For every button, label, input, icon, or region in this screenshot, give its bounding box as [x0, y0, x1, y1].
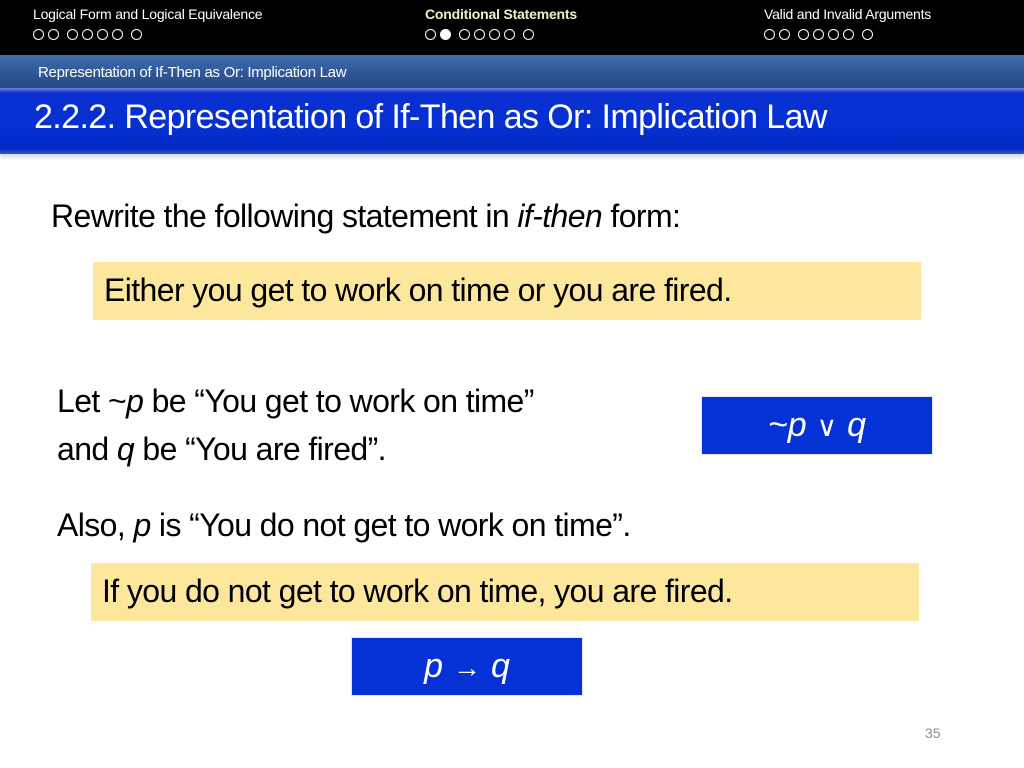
slide-dots	[425, 28, 577, 40]
instruction-part: Rewrite the following statement in	[51, 198, 518, 234]
variable-q: q	[116, 431, 135, 467]
answer-box: If you do not get to work on time, you a…	[91, 563, 919, 621]
slide-dot[interactable]	[862, 28, 873, 40]
slide-dots	[33, 28, 262, 40]
formula-right: q	[491, 647, 510, 685]
page-number: 35	[925, 725, 941, 741]
instruction-emphasis: if-then	[517, 198, 603, 234]
disjunction-formula-box: ~p ∨ q	[701, 396, 933, 455]
nav-section-conditional-statements[interactable]: Conditional Statements	[425, 6, 577, 40]
variable-p: p	[133, 507, 151, 543]
instruction-part: form:	[602, 198, 681, 234]
nav-section-title: Valid and Invalid Arguments	[764, 6, 932, 22]
slide-dot[interactable]	[67, 28, 78, 40]
slide-dots	[764, 28, 931, 40]
slide-dot[interactable]	[779, 28, 790, 40]
slide-dot[interactable]	[828, 28, 839, 40]
instruction-text: Rewrite the following statement in if-th…	[51, 198, 681, 235]
slide-dot[interactable]	[425, 28, 436, 40]
text-part: Let ~	[57, 383, 127, 419]
slide-dot[interactable]	[33, 28, 44, 40]
slide-title: 2.2.2. Representation of If-Then as Or: …	[34, 98, 827, 136]
section-navigation: Logical Form and Logical Equivalence Con…	[0, 0, 1024, 55]
slide-dot[interactable]	[48, 28, 59, 40]
text-part: be “You get to work on time”	[143, 383, 535, 419]
current-slide-dot[interactable]	[440, 28, 451, 40]
nav-section-title: Logical Form and Logical Equivalence	[33, 6, 263, 22]
slide-dot[interactable]	[474, 28, 485, 40]
nav-section-title: Conditional Statements	[425, 6, 577, 22]
also-p-statement: Also, p is “You do not get to work on ti…	[57, 507, 631, 544]
subsection-bar: Representation of If-Then as Or: Implica…	[0, 55, 1024, 88]
slide-dot[interactable]	[82, 28, 93, 40]
slide-dot[interactable]	[843, 28, 854, 40]
implication-formula-box: p → q	[351, 637, 583, 696]
slide-dot[interactable]	[813, 28, 824, 40]
let-q-definition: and q be “You are fired”.	[57, 431, 387, 468]
let-p-definition: Let ~p be “You get to work on time”	[57, 383, 534, 420]
implication-formula: p → q	[424, 647, 510, 686]
variable-p: p	[126, 383, 144, 419]
text-part: and	[57, 431, 117, 467]
slide-dot[interactable]	[523, 28, 534, 40]
formula-left: p	[424, 647, 443, 685]
nav-section-valid-invalid-arguments[interactable]: Valid and Invalid Arguments	[764, 6, 931, 40]
slide-dot[interactable]	[764, 28, 775, 40]
disjunction-formula: ~p ∨ q	[768, 406, 866, 445]
nav-section-logical-form[interactable]: Logical Form and Logical Equivalence	[33, 6, 263, 40]
original-statement: Either you get to work on time or you ar…	[104, 272, 732, 308]
text-part: Also,	[57, 507, 134, 543]
implies-arrow-icon: →	[453, 652, 481, 683]
slide-dot[interactable]	[112, 28, 123, 40]
slide-dot[interactable]	[489, 28, 500, 40]
original-statement-box: Either you get to work on time or you ar…	[93, 262, 921, 320]
text-part: is “You do not get to work on time”.	[150, 507, 631, 543]
slide-dot[interactable]	[504, 28, 515, 40]
slide-dot[interactable]	[97, 28, 108, 40]
or-operator-icon: ∨	[816, 411, 838, 442]
text-part: be “You are fired”.	[134, 431, 386, 467]
slide-dot[interactable]	[131, 28, 142, 40]
formula-left: ~p	[767, 406, 807, 444]
answer-statement: If you do not get to work on time, you a…	[102, 573, 733, 609]
title-bar: 2.2.2. Representation of If-Then as Or: …	[0, 88, 1024, 154]
slide-dot[interactable]	[798, 28, 809, 40]
formula-right: q	[847, 406, 867, 444]
subsection-title: Representation of If-Then as Or: Implica…	[38, 64, 347, 81]
slide-dot[interactable]	[459, 28, 470, 40]
